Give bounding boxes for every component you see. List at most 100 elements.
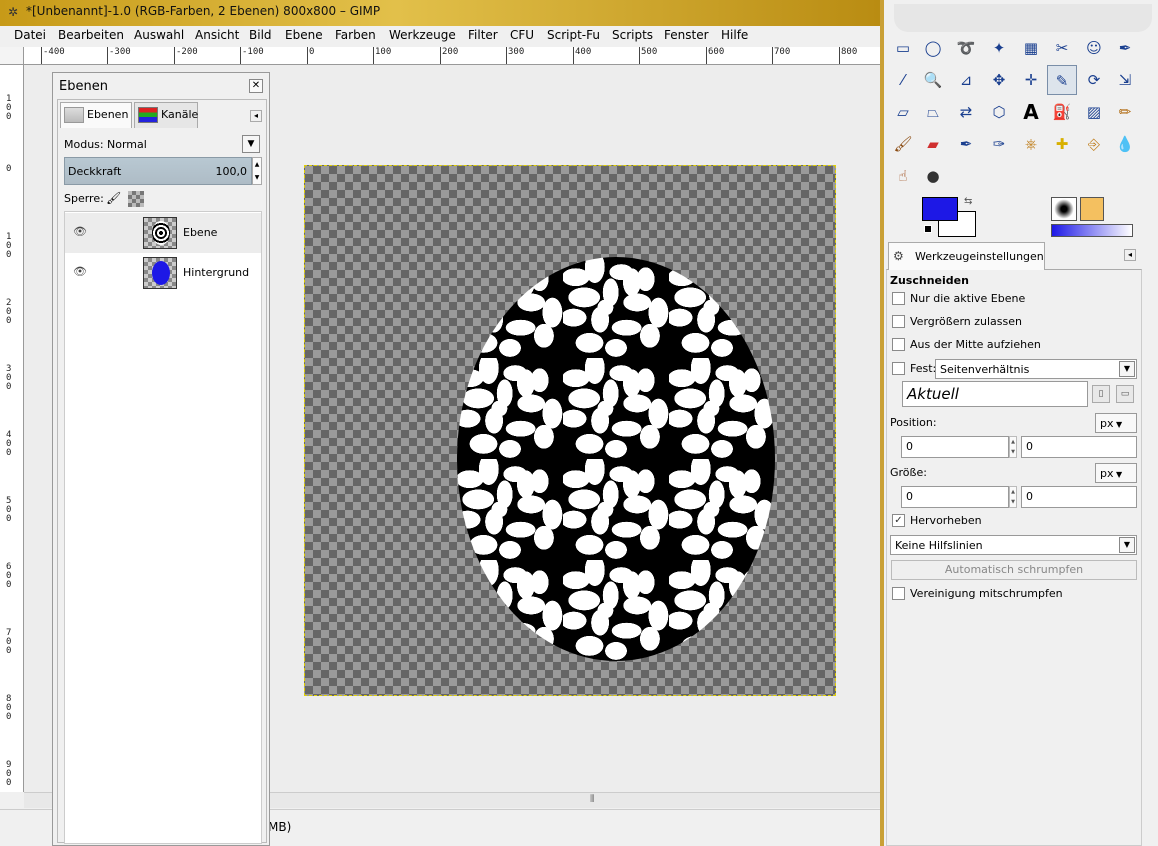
close-icon[interactable]: ✕ xyxy=(249,79,263,93)
layer-row-hintergrund[interactable]: 👁 Hintergrund xyxy=(65,253,261,293)
airbrush-icon[interactable]: ✒ xyxy=(951,129,981,159)
menu-fenster[interactable]: Fenster xyxy=(664,28,709,42)
menu-werkzeuge[interactable]: Werkzeuge xyxy=(389,28,456,42)
swap-colors-icon[interactable]: ⇆ xyxy=(964,196,972,207)
gradient-preview[interactable] xyxy=(1051,224,1133,237)
tab-tool-options[interactable]: ⚙ Werkzeugeinstellungen xyxy=(888,242,1045,270)
highlight-checkbox[interactable]: ✓ xyxy=(892,514,905,527)
dock-menu-icon[interactable]: ◂ xyxy=(1124,249,1136,261)
layer-row-ebene[interactable]: 👁 Ebene xyxy=(65,213,261,253)
menu-hilfe[interactable]: Hilfe xyxy=(721,28,748,42)
position-x-spinner[interactable]: ▲ ▼ xyxy=(1009,436,1017,458)
menu-auswahl[interactable]: Auswahl xyxy=(134,28,184,42)
move-icon[interactable]: ✥ xyxy=(984,65,1014,95)
tab-channels[interactable]: Kanäle xyxy=(134,102,198,128)
cage-icon[interactable]: ⬡ xyxy=(984,97,1014,127)
reset-colors-icon[interactable] xyxy=(924,225,932,233)
portrait-icon[interactable]: ▯ xyxy=(1092,385,1110,403)
chevron-down-icon[interactable]: ▼ xyxy=(1119,537,1135,553)
select-by-color-icon[interactable]: ▦ xyxy=(1016,33,1046,63)
fixed-mode-select[interactable]: Seitenverhältnis ▼ xyxy=(935,359,1137,379)
merge-shrink-checkbox[interactable] xyxy=(892,587,905,600)
gradient-icon[interactable]: ▨ xyxy=(1079,97,1109,127)
foreground-select-icon[interactable]: ☺ xyxy=(1079,33,1109,63)
ruler-label: 500 xyxy=(638,47,658,64)
dock-menu-icon[interactable]: ◂ xyxy=(250,110,262,122)
pattern-preview[interactable] xyxy=(1080,197,1104,221)
rotate-icon[interactable]: ⟳ xyxy=(1079,65,1109,95)
crop-icon[interactable]: ✎ xyxy=(1047,65,1077,95)
mode-select[interactable]: Normal xyxy=(107,138,147,151)
smudge-icon[interactable]: ☝ xyxy=(888,161,918,191)
menu-filter[interactable]: Filter xyxy=(468,28,498,42)
menu-script-fu[interactable]: Script-Fu xyxy=(547,28,600,42)
opacity-slider[interactable]: Deckkraft 100,0 xyxy=(64,157,252,185)
ruler-corner[interactable] xyxy=(0,47,24,65)
vertical-ruler[interactable]: 1 0 0 0 1 0 0 2 0 0 3 0 0 4 0 0 5 0 0 6 … xyxy=(0,65,24,792)
chevron-down-icon[interactable]: ▼ xyxy=(1119,361,1135,377)
tab-layers[interactable]: Ebenen xyxy=(60,102,132,128)
image-canvas[interactable] xyxy=(304,165,836,696)
position-unit-select[interactable]: px ▼ xyxy=(1095,413,1137,433)
chevron-down-icon[interactable]: ▼ xyxy=(242,135,260,153)
rect-select-icon[interactable]: ▭ xyxy=(888,33,918,63)
bucket-fill-icon[interactable]: ⛽ xyxy=(1047,97,1077,127)
text-icon[interactable]: A xyxy=(1016,97,1046,127)
size-unit-select[interactable]: px ▼ xyxy=(1095,463,1137,483)
menu-datei[interactable]: Datei xyxy=(14,28,46,42)
dodge-burn-icon[interactable]: ● xyxy=(918,161,948,191)
heal-icon[interactable]: ✚ xyxy=(1047,129,1077,159)
size-width-spinner[interactable]: ▲ ▼ xyxy=(1009,486,1017,508)
perspective-icon[interactable]: ⏢ xyxy=(918,97,948,127)
eye-icon[interactable]: 👁 xyxy=(73,226,89,237)
position-y-input[interactable]: 0 xyxy=(1021,436,1137,458)
scroll-grip-icon[interactable]: ⦀ xyxy=(590,794,594,805)
free-select-icon[interactable]: ➰ xyxy=(951,33,981,63)
paths-icon[interactable]: ✒ xyxy=(1110,33,1140,63)
shear-icon[interactable]: ▱ xyxy=(888,97,918,127)
measure-icon[interactable]: ⊿ xyxy=(951,65,981,95)
menu-bearbeiten[interactable]: Bearbeiten xyxy=(58,28,124,42)
tool-options-icon: ⚙ xyxy=(893,249,904,263)
align-icon[interactable]: ✛ xyxy=(1016,65,1046,95)
position-x-input[interactable]: 0 xyxy=(901,436,1009,458)
menu-ansicht[interactable]: Ansicht xyxy=(195,28,239,42)
brush-preview[interactable] xyxy=(1051,197,1077,221)
horizontal-ruler[interactable]: -400 -300 -200 -100 0 100 200 300 400 50… xyxy=(24,47,880,65)
perspective-clone-icon[interactable]: ⎆ xyxy=(1079,129,1109,159)
scissors-icon[interactable]: ✂ xyxy=(1047,33,1077,63)
lock-pixels-icon[interactable]: 🖌 xyxy=(106,191,122,207)
autoshrink-button[interactable]: Automatisch schrumpfen xyxy=(891,560,1137,580)
eraser-icon[interactable]: ▰ xyxy=(918,129,948,159)
menu-farben[interactable]: Farben xyxy=(335,28,376,42)
aspect-ratio-input[interactable]: Aktuell xyxy=(902,381,1088,407)
flip-icon[interactable]: ⇄ xyxy=(951,97,981,127)
ellipse-select-icon[interactable]: ◯ xyxy=(918,33,948,63)
pencil-icon[interactable]: ✏ xyxy=(1110,97,1140,127)
opacity-spinner[interactable]: ▲ ▼ xyxy=(252,157,262,185)
eye-icon[interactable]: 👁 xyxy=(73,266,89,277)
ink-icon[interactable]: ✑ xyxy=(984,129,1014,159)
size-height-input[interactable]: 0 xyxy=(1021,486,1137,508)
landscape-icon[interactable]: ▭ xyxy=(1116,385,1134,403)
active-layer-checkbox[interactable] xyxy=(892,292,905,305)
wilber-drop-area[interactable] xyxy=(894,4,1152,32)
foreground-color-swatch[interactable] xyxy=(922,197,958,221)
fuzzy-select-icon[interactable]: ✦ xyxy=(984,33,1014,63)
lock-alpha-icon[interactable] xyxy=(128,191,144,207)
menu-ebene[interactable]: Ebene xyxy=(285,28,323,42)
paintbrush-icon[interactable]: 🖌 xyxy=(888,129,918,159)
clone-icon[interactable]: ⎈ xyxy=(1016,129,1046,159)
blur-icon[interactable]: 💧 xyxy=(1110,129,1140,159)
fixed-checkbox[interactable] xyxy=(892,362,905,375)
from-center-checkbox[interactable] xyxy=(892,338,905,351)
zoom-icon[interactable]: 🔍 xyxy=(918,65,948,95)
menu-scripts[interactable]: Scripts xyxy=(612,28,653,42)
scale-icon[interactable]: ⇲ xyxy=(1110,65,1140,95)
color-picker-icon[interactable]: ⁄ xyxy=(888,65,918,95)
menu-cfu[interactable]: CFU xyxy=(510,28,534,42)
allow-grow-checkbox[interactable] xyxy=(892,315,905,328)
guides-select[interactable]: Keine Hilfslinien ▼ xyxy=(890,535,1137,555)
size-width-input[interactable]: 0 xyxy=(901,486,1009,508)
menu-bild[interactable]: Bild xyxy=(249,28,272,42)
